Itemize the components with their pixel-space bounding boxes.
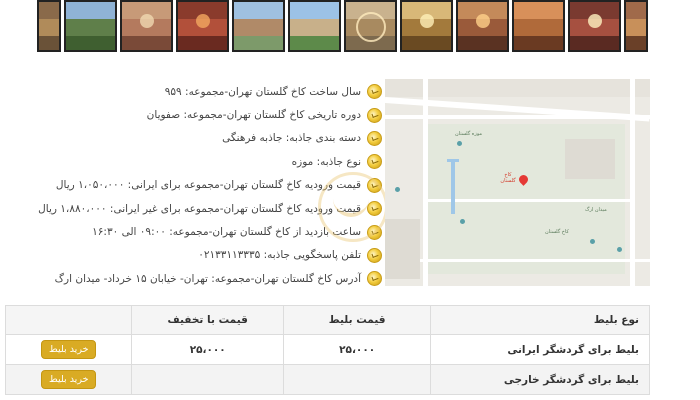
ticket-price-cell (282, 364, 432, 395)
header-ticket-type: نوع بلیط (430, 305, 650, 335)
header-discount-price: قیمت با تخفیف (131, 305, 284, 335)
gold-check-icon (367, 154, 382, 170)
info-item-phone: تلفن پاسخگویی جاذبه: ۰۲۱۳۳۱۱۳۳۳۵ (52, 244, 382, 267)
header-action (4, 305, 133, 335)
ticket-price-cell: ۲۵،۰۰۰ (282, 334, 432, 365)
thumbnail-gallery (37, 0, 648, 55)
info-item-build-year: سال ساخت کاخ گلستان تهران-مجموعه: ۹۵۹ (52, 80, 382, 103)
info-text: دوره تاریخی کاخ گلستان تهران-مجموعه: صفو… (146, 109, 361, 122)
info-text: نوع جاذبه: موزه (291, 155, 361, 168)
buy-ticket-button[interactable]: خرید بلیط (41, 370, 97, 389)
header-ticket-price: قیمت بلیط (282, 305, 432, 335)
gold-check-icon (367, 271, 382, 287)
map-pin-label: کاخ گلستان (500, 172, 516, 184)
gallery-thumbnail[interactable] (37, 0, 61, 52)
gallery-thumbnail[interactable] (624, 0, 648, 52)
gallery-thumbnail[interactable] (120, 0, 173, 52)
info-text: تلفن پاسخگویی جاذبه: ۰۲۱۳۳۱۱۳۳۳۵ (198, 249, 361, 262)
info-item-era: دوره تاریخی کاخ گلستان تهران-مجموعه: صفو… (52, 103, 382, 126)
gold-check-icon (367, 84, 382, 100)
info-item-type: نوع جاذبه: موزه (52, 150, 382, 173)
action-cell: خرید بلیط (4, 334, 133, 365)
gold-check-icon (367, 130, 382, 146)
ticket-type-cell: بلیط برای گردشگر ایرانی (430, 334, 650, 365)
info-text: سال ساخت کاخ گلستان تهران-مجموعه: ۹۵۹ (164, 85, 361, 98)
info-text: ساعت بازدید از کاخ گلستان تهران-مجموعه: … (92, 226, 361, 239)
gallery-thumbnail[interactable] (288, 0, 341, 52)
ticket-type-cell: بلیط برای گردشگر خارجی (430, 364, 650, 395)
info-text: دسته بندی جاذبه: جاذبه فرهنگی (222, 132, 361, 145)
discount-price-cell (131, 364, 284, 395)
gallery-thumbnail[interactable] (512, 0, 565, 52)
gallery-thumbnail[interactable] (64, 0, 117, 52)
gallery-thumbnail[interactable] (568, 0, 621, 52)
location-map[interactable]: موزه گلستان کاخ گلستان میدان ارگ کاخ گلس… (385, 79, 650, 286)
gold-check-icon (367, 107, 382, 123)
gallery-thumbnail[interactable] (344, 0, 397, 52)
info-text: قیمت ورودیه کاخ گلستان تهران-مجموعه برای… (55, 179, 361, 192)
gold-check-icon (367, 247, 382, 263)
table-row: بلیط برای گردشگر خارجی خرید بلیط (4, 364, 650, 395)
info-text: قیمت ورودیه کاخ گلستان تهران-مجموعه برای… (38, 202, 361, 215)
info-item-category: دسته بندی جاذبه: جاذبه فرهنگی (52, 127, 382, 150)
table-header-row: نوع بلیط قیمت بلیط قیمت با تخفیف (4, 305, 650, 335)
info-item-address: آدرس کاخ گلستان تهران-مجموعه: تهران- خیا… (52, 267, 382, 290)
ticket-table: نوع بلیط قیمت بلیط قیمت با تخفیف بلیط بر… (4, 305, 650, 395)
buy-ticket-button[interactable]: خرید بلیط (41, 340, 97, 359)
gallery-thumbnail[interactable] (400, 0, 453, 52)
gallery-thumbnail[interactable] (232, 0, 285, 52)
info-text: آدرس کاخ گلستان تهران-مجموعه: تهران- خیا… (54, 272, 361, 285)
action-cell: خرید بلیط (4, 364, 133, 395)
gallery-thumbnail[interactable] (456, 0, 509, 52)
watermark-logo (318, 172, 388, 242)
table-row: بلیط برای گردشگر ایرانی ۲۵،۰۰۰ ۲۵،۰۰۰ خر… (4, 334, 650, 365)
gallery-thumbnail[interactable] (176, 0, 229, 52)
discount-price-cell: ۲۵،۰۰۰ (131, 334, 284, 365)
